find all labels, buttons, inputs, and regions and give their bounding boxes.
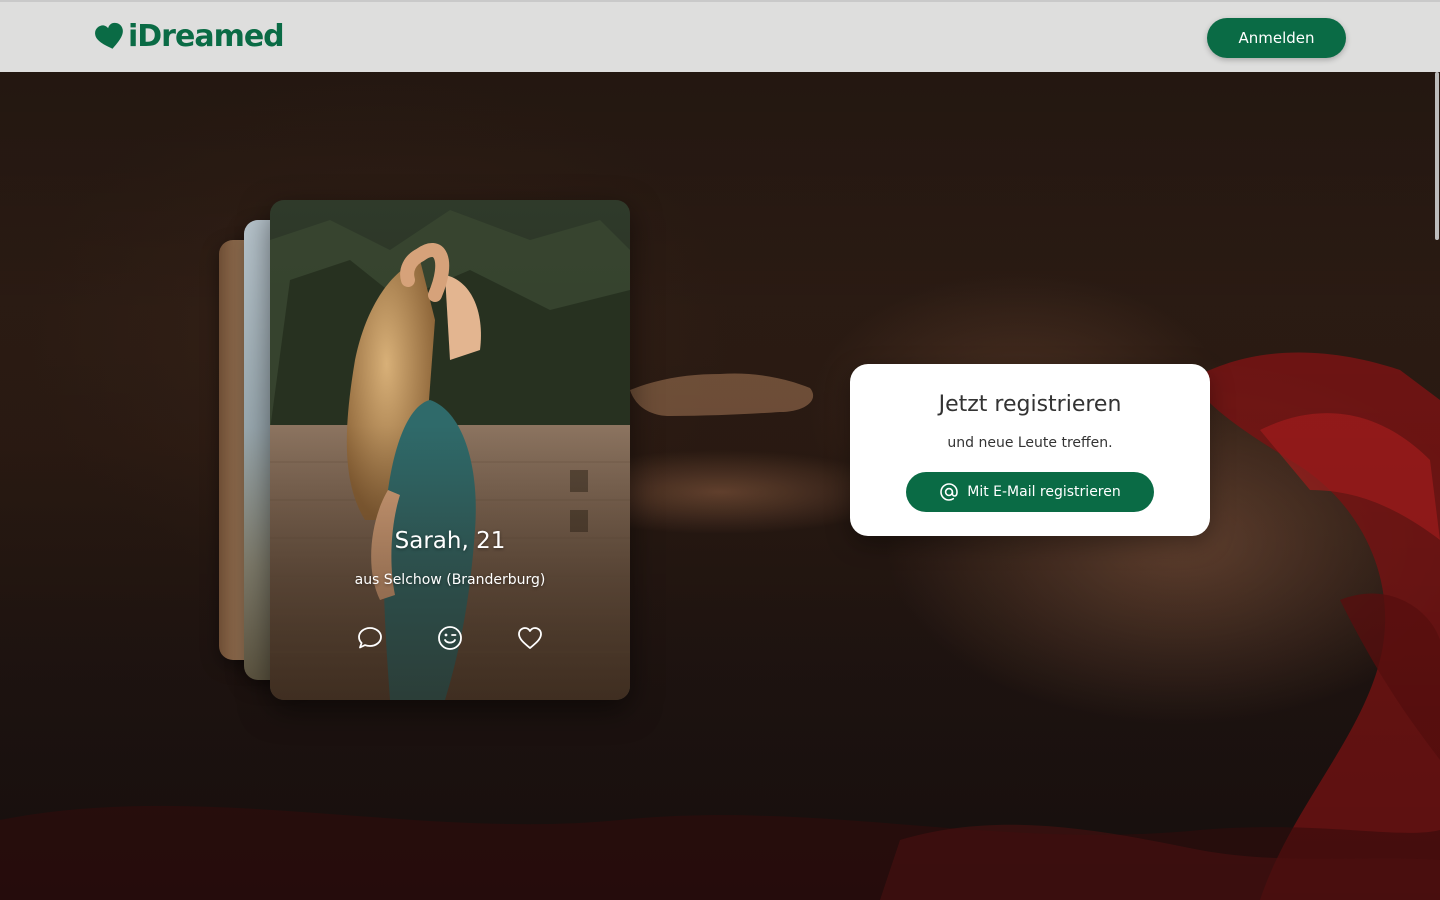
- site-header: iDreamed Anmelden: [0, 0, 1440, 72]
- wink-smiley-icon: [438, 626, 462, 650]
- registration-title: Jetzt registrieren: [938, 392, 1122, 417]
- chat-bubble-icon: [358, 627, 382, 649]
- wink-button[interactable]: [436, 624, 464, 652]
- logo-text: iDreamed: [128, 19, 285, 54]
- email-register-label: Mit E-Mail registrieren: [967, 484, 1121, 500]
- registration-subtitle: und neue Leute treffen.: [947, 435, 1113, 451]
- login-button[interactable]: Anmelden: [1207, 18, 1346, 58]
- page-scrollbar[interactable]: [1434, 72, 1440, 900]
- heart-logo-icon: [95, 22, 123, 49]
- chat-button[interactable]: [356, 624, 384, 652]
- at-sign-icon: [940, 483, 959, 501]
- registration-box: Jetzt registrieren und neue Leute treffe…: [850, 364, 1210, 536]
- profile-actions: [270, 624, 630, 652]
- profile-card[interactable]: Sarah, 21 aus Selchow (Branderburg): [270, 200, 630, 700]
- profile-name-age: Sarah, 21: [394, 528, 506, 554]
- scrollbar-thumb[interactable]: [1435, 72, 1439, 240]
- hero-shadow-overlay: [0, 72, 1440, 900]
- logo[interactable]: iDreamed: [94, 19, 285, 55]
- email-register-button[interactable]: Mit E-Mail registrieren: [906, 472, 1154, 512]
- like-button[interactable]: [516, 624, 544, 652]
- profile-location: aus Selchow (Branderburg): [354, 572, 546, 588]
- heart-icon: [518, 627, 542, 649]
- page: iDreamed Anmelden Sarah, 21 aus Selchow …: [0, 0, 1440, 900]
